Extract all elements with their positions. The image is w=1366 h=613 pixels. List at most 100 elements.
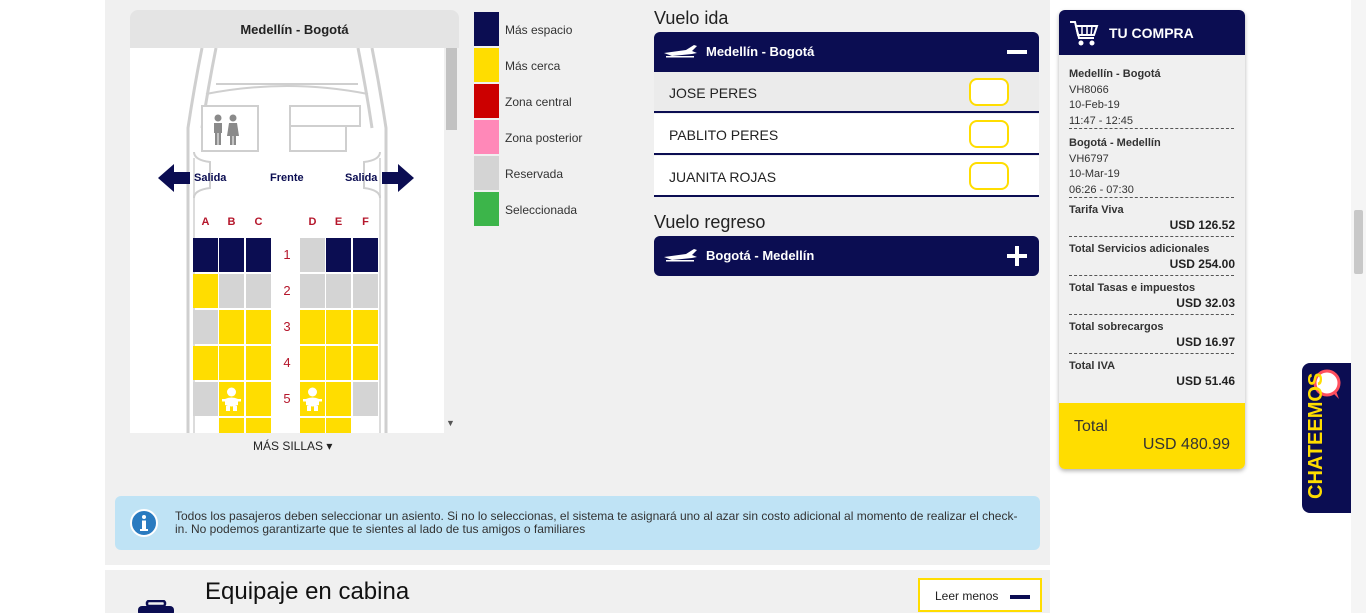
seat-1E[interactable]	[326, 238, 351, 272]
info-icon	[130, 509, 158, 537]
seat-partial[interactable]	[326, 418, 351, 433]
seat-5E[interactable]	[326, 382, 351, 416]
legend-item: Más espacio	[474, 12, 644, 46]
seat-4C[interactable]	[246, 346, 271, 380]
page-scrollbar[interactable]	[1351, 0, 1366, 613]
seat-partial[interactable]	[300, 418, 325, 433]
seat-column-header: F	[362, 216, 369, 228]
seat-5F[interactable]	[353, 382, 378, 416]
seat-column-header: D	[308, 216, 317, 228]
seat-2A[interactable]	[193, 274, 218, 308]
return-section-title: Vuelo regreso	[654, 212, 766, 232]
seat-2C[interactable]	[246, 274, 271, 308]
seat-map-scroll-down-icon[interactable]: ▼	[446, 418, 455, 428]
passenger-row[interactable]: JUANITA ROJAS	[654, 156, 1039, 197]
seat-3C[interactable]	[246, 310, 271, 344]
baggage-title: Equipaje en cabina	[205, 578, 410, 605]
summary-line-value: USD 51.46	[1176, 374, 1235, 388]
info-text: Todos los pasajeros deben seleccionar un…	[175, 509, 1018, 536]
exit-left-arrow-icon	[158, 164, 190, 192]
seat-3D[interactable]	[300, 310, 325, 344]
legend-label: Zona central	[505, 95, 572, 109]
seat-5A[interactable]	[193, 382, 218, 416]
seat-map-scroll-thumb[interactable]	[446, 48, 457, 130]
summary-total: Total USD 480.99	[1059, 403, 1245, 469]
seat-1C[interactable]	[246, 238, 271, 272]
seat-map-scrollbar[interactable]	[444, 48, 459, 433]
summary-divider	[1069, 128, 1234, 129]
seat-map-body[interactable]: Salida Frente Salida A B C D E F 1 2 3 4 5	[130, 48, 459, 433]
return-flight-header[interactable]: Bogotá - Medellín	[654, 236, 1039, 276]
seat-map: Medellín - Bogotá Salida Frente Salida A…	[130, 10, 459, 433]
summary-divider	[1069, 236, 1234, 237]
seat-3E[interactable]	[326, 310, 351, 344]
page-scroll-thumb[interactable]	[1354, 210, 1363, 274]
seat-4B[interactable]	[219, 346, 244, 380]
seat-4D[interactable]	[300, 346, 325, 380]
purchase-summary: TU COMPRA Medellín - Bogotá VH8066 10-Fe…	[1059, 10, 1245, 469]
infant-icon	[302, 385, 323, 418]
seat-4F[interactable]	[353, 346, 378, 380]
shopping-cart-icon	[1070, 21, 1099, 46]
legend-label: Más espacio	[505, 23, 573, 37]
legend-swatch	[474, 12, 499, 46]
seat-2F[interactable]	[353, 274, 378, 308]
seat-3B[interactable]	[219, 310, 244, 344]
passenger-seat-box[interactable]	[969, 120, 1009, 148]
chat-label: CHATEEMOS	[1305, 372, 1327, 499]
passenger-row[interactable]: JOSE PERES	[654, 72, 1039, 113]
seat-2E[interactable]	[326, 274, 351, 308]
chat-tab[interactable]: CHATEEMOS	[1302, 363, 1352, 513]
passenger-row[interactable]: PABLITO PERES	[654, 114, 1039, 155]
luggage-icon	[138, 600, 174, 613]
total-label: Total	[1074, 418, 1108, 435]
seat-1F[interactable]	[353, 238, 378, 272]
seat-map-title: Medellín - Bogotá	[130, 10, 459, 48]
seat-2B[interactable]	[219, 274, 244, 308]
passenger-name: JOSE PERES	[669, 85, 757, 101]
passenger-seat-box[interactable]	[969, 78, 1009, 106]
summary-header: TU COMPRA	[1059, 10, 1245, 55]
summary-divider	[1069, 197, 1234, 198]
seat-3F[interactable]	[353, 310, 378, 344]
summary-flight-date: 10-Feb-19	[1069, 99, 1120, 111]
summary-line-label: Total sobrecargos	[1069, 321, 1164, 333]
more-seats-button[interactable]: MÁS SILLAS ▾	[253, 439, 332, 453]
summary-flight-code: VH6797	[1069, 152, 1109, 165]
expand-icon[interactable]	[1007, 246, 1027, 266]
collapse-icon[interactable]	[1007, 50, 1027, 54]
seat-4A[interactable]	[193, 346, 218, 380]
passenger-seat-box[interactable]	[969, 162, 1009, 190]
summary-line-value: USD 16.97	[1176, 335, 1235, 349]
seat-5C[interactable]	[246, 382, 271, 416]
legend-swatch	[474, 120, 499, 154]
summary-divider	[1069, 275, 1234, 276]
summary-line-value: USD 32.03	[1176, 296, 1235, 310]
outbound-flight-header[interactable]: Medellín - Bogotá	[654, 32, 1039, 72]
summary-flight-time: 11:47 - 12:45	[1069, 114, 1134, 127]
legend-swatch	[474, 192, 499, 226]
seat-row-number: 4	[283, 355, 291, 370]
summary-line-value: USD 254.00	[1169, 257, 1235, 271]
read-less-button[interactable]: Leer menos	[918, 578, 1042, 612]
passenger-name: JUANITA ROJAS	[669, 169, 777, 185]
seat-partial[interactable]	[219, 418, 244, 433]
seat-2D[interactable]	[300, 274, 325, 308]
seat-1B[interactable]	[219, 238, 244, 272]
info-message: Todos los pasajeros deben seleccionar un…	[115, 496, 1040, 550]
summary-divider	[1069, 353, 1234, 354]
seat-5D[interactable]	[300, 382, 325, 416]
seat-5B[interactable]	[219, 382, 244, 416]
seat-partial[interactable]	[246, 418, 271, 433]
summary-flight-route: Bogotá - Medellín	[1069, 137, 1161, 149]
seat-1A[interactable]	[193, 238, 218, 272]
summary-line-label: Total Tasas e impuestos	[1069, 282, 1196, 294]
seat-3A[interactable]	[193, 310, 218, 344]
seat-4E[interactable]	[326, 346, 351, 380]
seat-column-header: E	[334, 216, 343, 228]
read-less-label: Leer menos	[935, 589, 999, 603]
seat-1D[interactable]	[300, 238, 325, 272]
return-route: Bogotá - Medellín	[706, 248, 815, 263]
page: Medellín - Bogotá Salida Frente Salida A…	[0, 0, 1366, 613]
collapse-icon	[1010, 595, 1030, 599]
